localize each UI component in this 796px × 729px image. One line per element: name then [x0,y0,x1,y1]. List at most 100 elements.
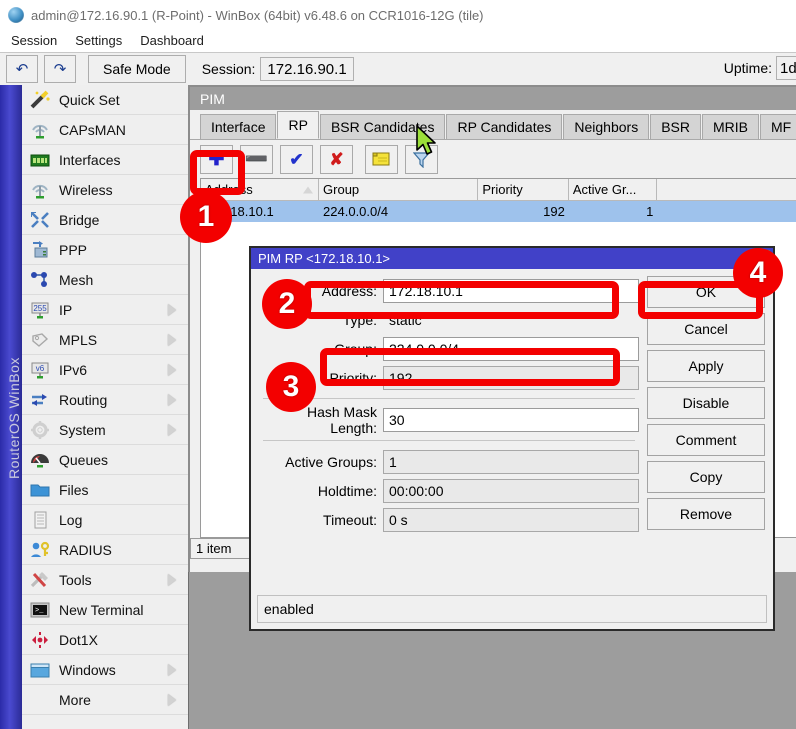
column-header[interactable]: Active Gr... [569,179,658,200]
apply-button[interactable]: Apply [647,350,765,382]
sidebar-item-log[interactable]: Log [22,505,188,535]
log-scroll-icon [29,510,51,530]
mpls-tag-icon [29,330,51,350]
undo-arrow-icon[interactable]: ↶ [6,55,38,83]
field-row: Group:224.0.0.0/4 [257,334,639,363]
column-header[interactable]: Priority [478,179,569,200]
sidebar-item-mesh[interactable]: Mesh [22,265,188,295]
menu-item-dashboard[interactable]: Dashboard [131,31,213,51]
terminal-icon: >_ [29,600,51,620]
menubar: Session Settings Dashboard [0,30,796,53]
tab-rp-candidates[interactable]: RP Candidates [446,114,562,139]
chevron-right-icon [168,574,176,586]
uptime-group: Uptime: 1d [724,56,796,80]
sidebar-item-bridge[interactable]: Bridge [22,205,188,235]
routing-arrows-icon [29,390,51,410]
comment-button[interactable] [365,145,398,174]
cancel-button[interactable]: Cancel [647,313,765,345]
sidebar-item-label: RADIUS [59,542,112,558]
bridge-arrows-icon [29,210,51,230]
field-separator [263,440,635,441]
sidebar-item-windows[interactable]: Windows [22,655,188,685]
field-row: Hash Mask Length:30 [257,405,639,434]
sidebar-item-routing[interactable]: Routing [22,385,188,415]
disable-button[interactable]: ✘ [320,145,353,174]
gauge-icon [29,450,51,470]
tab-neighbors[interactable]: Neighbors [563,114,649,139]
svg-text:>_: >_ [35,607,44,615]
field-row: Type:static [257,305,639,334]
remove-button-glyph: ➖ [245,150,269,169]
tab-bsr-candidates[interactable]: BSR Candidates [320,114,446,139]
field-label: Timeout: [257,512,383,528]
hash-mask-length-field[interactable]: 30 [383,408,639,432]
session-value[interactable]: 172.16.90.1 [260,57,353,81]
address-field[interactable]: 172.18.10.1 [383,279,639,303]
sidebar-item-label: Interfaces [59,152,120,168]
sidebar-item-dot1x[interactable]: Dot1X [22,625,188,655]
sidebar-item-quick-set[interactable]: Quick Set [22,85,188,115]
sidebar-item-capsman[interactable]: CAPsMAN [22,115,188,145]
comment-button[interactable]: Comment [647,424,765,456]
menu-item-settings[interactable]: Settings [66,31,131,51]
sidebar-item-label: Routing [59,392,107,408]
dot1x-icon [28,629,52,651]
sidebar-item-queues[interactable]: Queues [22,445,188,475]
sidebar-item-label: IPv6 [59,362,87,378]
sidebar-item-radius[interactable]: RADIUS [22,535,188,565]
tab-rp[interactable]: RP [277,111,318,139]
disable-button[interactable]: Disable [647,387,765,419]
sidebar-item-new-terminal[interactable]: >_New Terminal [22,595,188,625]
sidebar-item-files[interactable]: Files [22,475,188,505]
copy-button[interactable]: Copy [647,461,765,493]
dialog-status: enabled [257,595,767,623]
tab-label: MF [771,119,791,135]
sidebar-item-system[interactable]: System [22,415,188,445]
sidebar-item-tools[interactable]: Tools [22,565,188,595]
column-header[interactable] [657,179,796,200]
holdtime-value: 00:00:00 [383,479,639,503]
enable-button[interactable]: ✔ [280,145,313,174]
safe-mode-button[interactable]: Safe Mode [88,55,186,83]
group-field[interactable]: 224.0.0.0/4 [383,337,639,361]
redo-arrow-icon[interactable]: ↷ [44,55,76,83]
disable-button-glyph: ✘ [329,151,343,168]
dialog-body: Address:172.18.10.1Type:staticGroup:224.… [251,269,773,535]
tab-mrib[interactable]: MRIB [702,114,759,139]
sidebar-item-mpls[interactable]: MPLS [22,325,188,355]
routing-arrows-icon [28,389,52,411]
active-groups-value: 1 [383,450,639,474]
tab-label: BSR Candidates [331,119,435,135]
sidebar-item-ppp[interactable]: PPP [22,235,188,265]
add-button[interactable]: ✚ [200,145,233,174]
type-value: static [383,308,639,332]
sidebar-item-wireless[interactable]: Wireless [22,175,188,205]
sidebar-item-ip[interactable]: 255IP [22,295,188,325]
tab-interface[interactable]: Interface [200,114,276,139]
gauge-icon [28,449,52,471]
sidebar-item-label: Mesh [59,272,93,288]
tab-mf[interactable]: MF [760,114,796,139]
tab-bsr[interactable]: BSR [650,114,701,139]
table-row[interactable]: 172.18.10.1224.0.0.0/41921 [201,201,796,222]
remove-button[interactable]: ➖ [240,145,273,174]
sidebar-item-interfaces[interactable]: Interfaces [22,145,188,175]
sidebar-item-ipv6[interactable]: v6IPv6 [22,355,188,385]
magic-wand-icon [29,90,51,110]
button-label: Cancel [684,321,728,337]
tab-label: Neighbors [574,119,638,135]
annotation-step-3: 3 [266,362,316,412]
menu-item-session[interactable]: Session [2,31,66,51]
sidebar-item-label: Windows [59,662,116,678]
sidebar-item-label: IP [59,302,72,318]
screen: admin@172.16.90.1 (R-Point) - WinBox (64… [0,0,796,729]
dialog-buttons: OKCancelApplyDisableCommentCopyRemove [647,276,765,535]
sidebar-item-more[interactable]: More [22,685,188,715]
gear-icon [28,419,52,441]
column-header[interactable]: Group [319,179,478,200]
field-row: Holdtime:00:00:00 [257,476,639,505]
folder-icon [29,480,51,500]
remove-button[interactable]: Remove [647,498,765,530]
filter-button[interactable] [405,145,438,174]
field-row: Timeout:0 s [257,505,639,534]
